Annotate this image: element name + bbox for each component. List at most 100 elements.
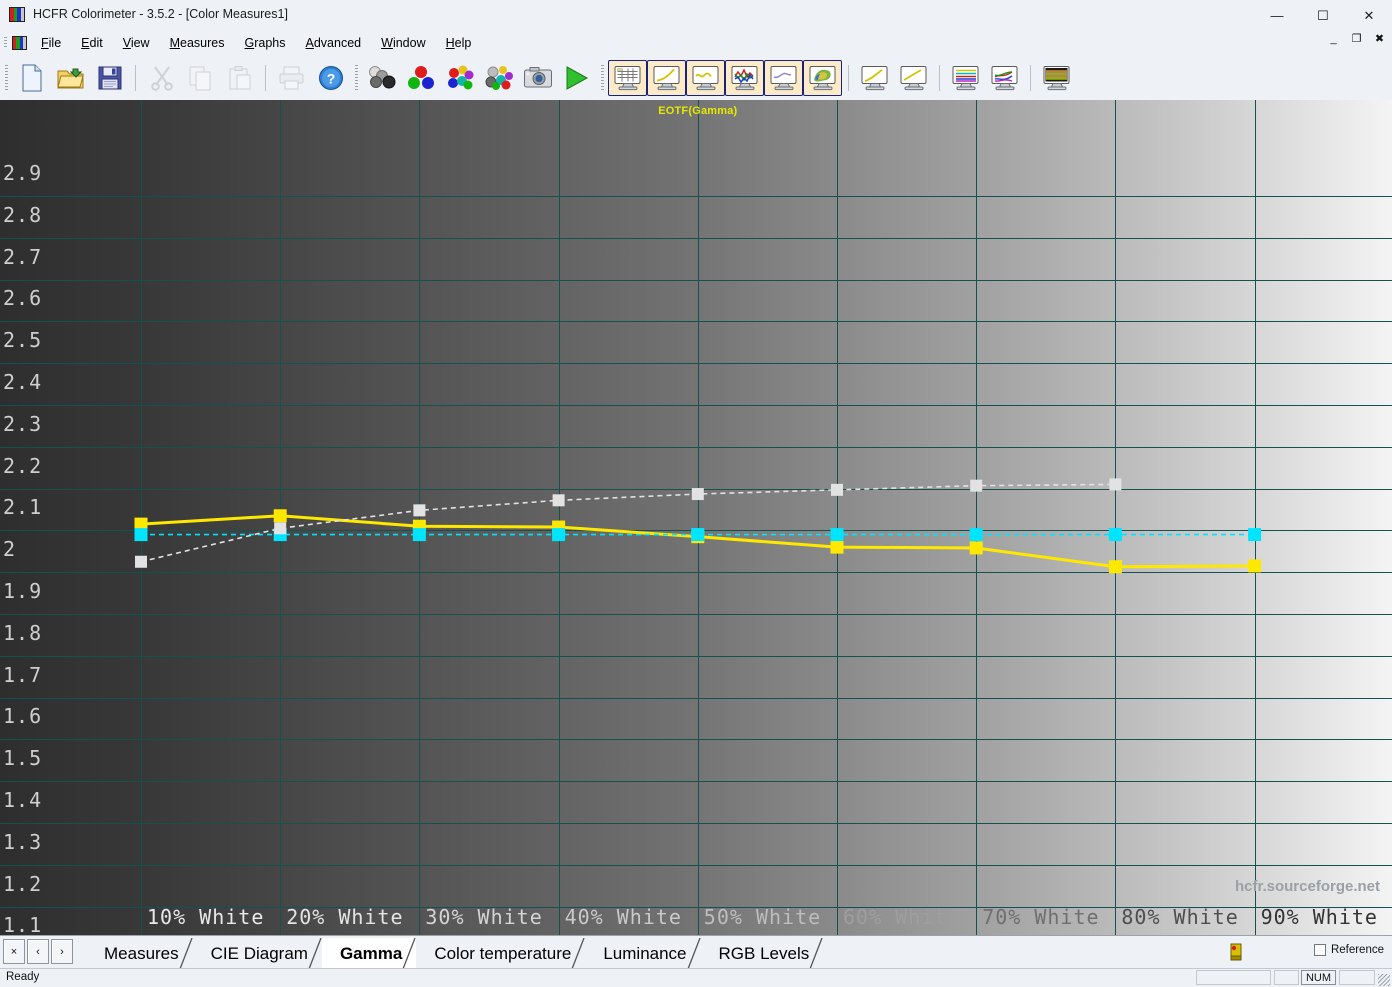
menu-item-window[interactable]: Window bbox=[371, 33, 435, 53]
window-controls: — ☐ ✕ bbox=[1254, 0, 1392, 31]
toolbar-drag-grip-2[interactable] bbox=[355, 64, 358, 91]
paste-icon[interactable] bbox=[220, 60, 259, 96]
toolbar-drag-grip-1[interactable] bbox=[5, 64, 8, 91]
data-point-marker[interactable] bbox=[691, 528, 705, 542]
mdi-close-button[interactable]: ✖ bbox=[1373, 34, 1386, 45]
print-icon[interactable] bbox=[272, 60, 311, 96]
cie-diagram-monitor-icon[interactable] bbox=[803, 59, 842, 96]
mdi-minimize-button[interactable]: _ bbox=[1327, 34, 1340, 45]
reference-checkbox[interactable] bbox=[1313, 944, 1326, 956]
menu-drag-grip[interactable] bbox=[4, 37, 7, 49]
new-document-icon[interactable] bbox=[12, 60, 51, 96]
menu-items: File Edit View Measures Graphs Advanced Window… bbox=[31, 31, 481, 55]
saturations-icon[interactable] bbox=[479, 60, 518, 96]
data-point-marker[interactable] bbox=[970, 479, 983, 492]
status-bar: Ready NUM bbox=[0, 968, 1392, 987]
tab-luminance[interactable]: Luminance bbox=[585, 938, 701, 969]
menu-item-file[interactable]: File bbox=[31, 33, 71, 53]
menu-item-help[interactable]: Help bbox=[436, 33, 482, 53]
toolbar-drag-grip-3[interactable] bbox=[601, 64, 604, 91]
data-point-marker[interactable] bbox=[412, 528, 426, 542]
color-temp-monitor-icon[interactable] bbox=[686, 59, 725, 96]
rgb-lines-monitor-icon[interactable] bbox=[946, 60, 985, 96]
application-window: HCFR Colorimeter - 3.5.2 - [Color Measur… bbox=[0, 0, 1392, 987]
mdi-restore-button[interactable]: ❐ bbox=[1350, 34, 1363, 45]
luminance-monitor-icon[interactable] bbox=[764, 59, 803, 96]
copy-icon[interactable] bbox=[181, 60, 220, 96]
multi-curve-monitor-icon[interactable] bbox=[985, 60, 1024, 96]
data-point-marker[interactable] bbox=[552, 528, 566, 542]
data-point-marker[interactable] bbox=[831, 483, 843, 496]
data-point-marker[interactable] bbox=[830, 528, 844, 542]
tab-color-temperature[interactable]: Color temperature bbox=[416, 938, 586, 969]
gamma-chart[interactable]: 2.9 2.8 2.7 2.6 2.5 2.4 2.3 2.2 2.1 2 1.9 1.8 1.7 1.6… bbox=[0, 100, 1392, 935]
toolbar-separator bbox=[1030, 64, 1031, 91]
tab-bar: × ‹ › Measures CIE Diagram Gamma Color temper… bbox=[0, 935, 1392, 969]
spectrum-monitor-icon[interactable] bbox=[1037, 60, 1076, 96]
gamma-curve-monitor-icon[interactable] bbox=[647, 59, 686, 96]
data-point-marker[interactable] bbox=[552, 494, 565, 507]
status-pane-1 bbox=[1196, 970, 1271, 985]
luminance-plot-monitor-icon[interactable] bbox=[855, 60, 894, 96]
tab-nav-buttons: × ‹ › bbox=[3, 939, 73, 964]
data-point-marker[interactable] bbox=[1248, 528, 1262, 542]
data-point-marker[interactable] bbox=[135, 555, 147, 568]
open-folder-icon[interactable] bbox=[51, 60, 90, 96]
data-point-marker[interactable] bbox=[1108, 528, 1122, 542]
help-question-icon[interactable]: ? bbox=[311, 60, 350, 96]
data-point-marker[interactable] bbox=[273, 509, 287, 523]
series-line bbox=[140, 483, 1116, 563]
cut-scissors-icon[interactable] bbox=[142, 60, 181, 96]
app-icon bbox=[9, 7, 25, 22]
data-point-marker[interactable] bbox=[969, 528, 983, 542]
grayscale-spheres-icon[interactable] bbox=[362, 60, 401, 96]
tab-gamma[interactable]: Gamma bbox=[321, 938, 417, 969]
toolbar-separator bbox=[848, 64, 849, 91]
data-point-marker[interactable] bbox=[830, 540, 844, 554]
toolbar-separator bbox=[939, 64, 940, 91]
close-button[interactable]: ✕ bbox=[1346, 0, 1392, 31]
data-point-marker[interactable] bbox=[134, 528, 148, 542]
tab-separator bbox=[809, 938, 823, 969]
measure-status-icon bbox=[1230, 943, 1242, 961]
close-tab-button[interactable]: × bbox=[3, 939, 25, 964]
tab-separator bbox=[571, 938, 585, 969]
data-point-marker[interactable] bbox=[274, 522, 287, 535]
measures-table-monitor-icon[interactable] bbox=[608, 59, 647, 96]
gamma-plot-monitor-icon[interactable] bbox=[894, 60, 933, 96]
status-pane-3 bbox=[1339, 970, 1375, 985]
secondary-colors-icon[interactable] bbox=[440, 60, 479, 96]
menu-item-graphs[interactable]: Graphs bbox=[235, 33, 296, 53]
status-message: Ready bbox=[6, 971, 40, 983]
maximize-button[interactable]: ☐ bbox=[1300, 0, 1346, 31]
menu-item-view[interactable]: View bbox=[113, 33, 160, 53]
minimize-button[interactable]: — bbox=[1254, 0, 1300, 31]
data-point-marker[interactable] bbox=[1248, 559, 1262, 573]
tab-list: Measures CIE Diagram Gamma Color temperatur… bbox=[86, 936, 824, 969]
tab-separator bbox=[179, 938, 193, 969]
status-pane-2 bbox=[1274, 970, 1299, 985]
save-floppy-icon[interactable] bbox=[90, 60, 129, 96]
prev-tab-button[interactable]: ‹ bbox=[27, 939, 49, 964]
tab-cie-diagram[interactable]: CIE Diagram bbox=[192, 938, 322, 969]
reference-checkbox-group[interactable]: Reference bbox=[1313, 944, 1384, 956]
tab-rgb-levels[interactable]: RGB Levels bbox=[700, 938, 824, 969]
data-point-marker[interactable] bbox=[1108, 560, 1122, 574]
next-tab-button[interactable]: › bbox=[51, 939, 73, 964]
camera-icon[interactable] bbox=[518, 60, 557, 96]
menu-item-measures[interactable]: Measures bbox=[160, 33, 235, 53]
play-run-icon[interactable] bbox=[557, 60, 596, 96]
resize-grip[interactable] bbox=[1378, 974, 1390, 986]
tab-label: RGB Levels bbox=[718, 943, 810, 963]
mdi-child-controls: _ ❐ ✖ bbox=[1327, 34, 1386, 45]
data-point-marker[interactable] bbox=[969, 541, 983, 555]
menu-item-edit[interactable]: Edit bbox=[71, 33, 113, 53]
tab-measures[interactable]: Measures bbox=[86, 938, 193, 969]
rgb-levels-monitor-icon[interactable] bbox=[725, 59, 764, 96]
data-point-marker[interactable] bbox=[691, 488, 704, 501]
tab-separator bbox=[308, 938, 322, 969]
menu-item-advanced[interactable]: Advanced bbox=[296, 33, 372, 53]
primary-colors-icon[interactable] bbox=[401, 60, 440, 96]
data-point-marker[interactable] bbox=[1109, 478, 1122, 491]
data-point-marker[interactable] bbox=[413, 504, 426, 517]
